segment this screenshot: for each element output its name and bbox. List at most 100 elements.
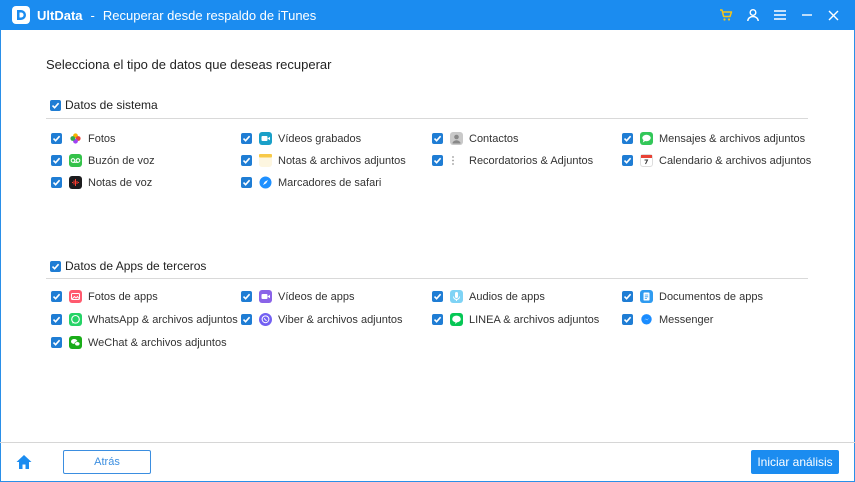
option-viber[interactable]: Viber & archivos adjuntos — [241, 313, 403, 326]
window-title: Recuperar desde respaldo de iTunes — [102, 7, 317, 23]
close-icon — [828, 10, 839, 20]
option-messenger[interactable]: Messenger — [622, 313, 713, 326]
back-button[interactable]: Atrás — [63, 450, 151, 474]
app-documents-icon — [640, 290, 653, 303]
user-icon — [746, 9, 759, 22]
contacts-icon — [450, 132, 463, 145]
cart-button[interactable] — [712, 0, 739, 30]
option-label: Fotos de apps — [88, 290, 158, 303]
title-bar: UltData - Recuperar desde respaldo de iT… — [0, 0, 855, 30]
checkbox[interactable] — [241, 291, 252, 302]
option-label: Buzón de voz — [88, 154, 155, 167]
minimize-icon — [801, 14, 812, 16]
reminders-icon — [450, 154, 463, 167]
third-party-section-checkbox[interactable] — [50, 260, 61, 272]
safari-icon — [259, 176, 272, 189]
menu-button[interactable] — [766, 0, 793, 30]
option-label: Vídeos grabados — [278, 132, 362, 145]
option-marcadores-safari[interactable]: Marcadores de safari — [241, 176, 381, 189]
option-label: Vídeos de apps — [278, 290, 355, 303]
checkbox[interactable] — [51, 337, 62, 348]
checkbox[interactable] — [622, 314, 633, 325]
app-photos-icon — [69, 290, 82, 303]
option-label: Contactos — [469, 132, 519, 145]
checkbox[interactable] — [51, 177, 62, 188]
notes-icon — [259, 154, 272, 167]
close-button[interactable] — [820, 0, 847, 30]
whatsapp-icon — [69, 313, 82, 326]
checkbox[interactable] — [241, 314, 252, 325]
option-contactos[interactable]: Contactos — [432, 132, 519, 145]
option-linea[interactable]: LINEA & archivos adjuntos — [432, 313, 599, 326]
checkbox[interactable] — [432, 155, 443, 166]
page-heading: Selecciona el tipo de datos que deseas r… — [46, 57, 332, 72]
option-label: Marcadores de safari — [278, 176, 382, 189]
option-label: LINEA & archivos adjuntos — [469, 313, 600, 326]
option-calendario[interactable]: Calendario & archivos adjuntos — [622, 154, 811, 167]
checkbox[interactable] — [51, 291, 62, 302]
checkbox[interactable] — [432, 291, 443, 302]
start-scan-button[interactable]: Iniciar análisis — [751, 450, 839, 474]
option-label: Notas de voz — [88, 176, 153, 189]
checkbox[interactable] — [432, 133, 443, 144]
wechat-icon — [69, 336, 82, 349]
line-icon — [450, 313, 463, 326]
messenger-icon — [640, 313, 653, 326]
option-documentos-de-apps[interactable]: Documentos de apps — [622, 290, 763, 303]
option-label: Fotos — [88, 132, 116, 145]
menu-icon — [773, 10, 786, 20]
option-label: Mensajes & archivos adjuntos — [659, 132, 806, 145]
option-audios-de-apps[interactable]: Audios de apps — [432, 290, 545, 303]
option-fotos-de-apps[interactable]: Fotos de apps — [51, 290, 158, 303]
minimize-button[interactable] — [793, 0, 820, 30]
checkbox[interactable] — [432, 314, 443, 325]
checkbox[interactable] — [51, 314, 62, 325]
option-recordatorios[interactable]: Recordatorios & Adjuntos — [432, 154, 593, 167]
option-whatsapp[interactable]: WhatsApp & archivos adjuntos — [51, 313, 238, 326]
voice-memos-icon — [69, 176, 82, 189]
brand-name: UltData — [37, 7, 83, 23]
footer-divider — [0, 442, 855, 443]
ultdata-logo-icon — [12, 6, 30, 24]
app-videos-icon — [259, 290, 272, 303]
option-notas-de-voz[interactable]: Notas de voz — [51, 176, 152, 189]
system-section-divider — [46, 118, 808, 119]
checkbox[interactable] — [622, 291, 633, 302]
third-party-section-label: Datos de Apps de terceros — [65, 259, 207, 273]
option-buzon-de-voz[interactable]: Buzón de voz — [51, 154, 155, 167]
option-wechat[interactable]: WeChat & archivos adjuntos — [51, 336, 227, 349]
third-party-section-divider — [46, 278, 808, 279]
app-audio-icon — [450, 290, 463, 303]
cart-icon — [719, 9, 732, 21]
option-label: WhatsApp & archivos adjuntos — [88, 313, 238, 326]
option-videos-grabados[interactable]: Vídeos grabados — [241, 132, 361, 145]
option-label: Calendario & archivos adjuntos — [659, 154, 812, 167]
option-fotos[interactable]: Fotos — [51, 132, 116, 145]
checkbox[interactable] — [51, 155, 62, 166]
title-separator: - — [90, 7, 95, 23]
checkbox[interactable] — [241, 155, 252, 166]
third-party-section-toggle[interactable]: Datos de Apps de terceros — [50, 259, 206, 273]
system-section-checkbox[interactable] — [50, 99, 61, 111]
photos-icon — [69, 132, 82, 145]
checkbox[interactable] — [622, 155, 633, 166]
checkbox[interactable] — [241, 177, 252, 188]
checkbox[interactable] — [241, 133, 252, 144]
home-icon — [16, 455, 32, 469]
option-mensajes[interactable]: Mensajes & archivos adjuntos — [622, 132, 805, 145]
viber-icon — [259, 313, 272, 326]
checkbox[interactable] — [51, 133, 62, 144]
home-button[interactable] — [15, 453, 33, 471]
option-label: Notas & archivos adjuntos — [278, 154, 406, 167]
account-button[interactable] — [739, 0, 766, 30]
system-section-toggle[interactable]: Datos de sistema — [50, 98, 158, 112]
system-section-label: Datos de sistema — [65, 98, 158, 112]
option-notas[interactable]: Notas & archivos adjuntos — [241, 154, 406, 167]
option-label: Documentos de apps — [659, 290, 763, 303]
option-videos-de-apps[interactable]: Vídeos de apps — [241, 290, 354, 303]
videos-icon — [259, 132, 272, 145]
messages-icon — [640, 132, 653, 145]
checkbox[interactable] — [622, 133, 633, 144]
option-label: WeChat & archivos adjuntos — [88, 336, 227, 349]
calendar-icon — [640, 154, 653, 167]
